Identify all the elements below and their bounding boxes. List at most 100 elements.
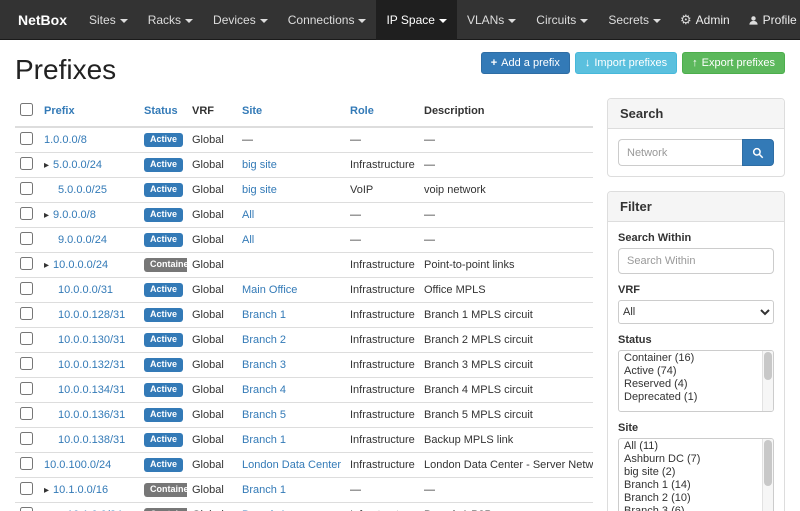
scrollbar-thumb[interactable] bbox=[764, 440, 772, 486]
prefix-link[interactable]: 5.0.0.0/24 bbox=[53, 159, 102, 171]
row-checkbox[interactable] bbox=[20, 432, 33, 445]
column-header-prefix[interactable]: Prefix bbox=[39, 98, 139, 127]
site-link[interactable]: big site bbox=[242, 184, 277, 196]
page-actions: + Add a prefix ↓ Import prefixes ↑ Expor… bbox=[481, 52, 785, 74]
prefix-link[interactable]: 10.0.0.134/31 bbox=[58, 384, 125, 396]
search-within-input[interactable] bbox=[618, 248, 774, 274]
listbox-option[interactable]: big site (2) bbox=[620, 466, 761, 479]
prefix-link[interactable]: 10.0.0.132/31 bbox=[58, 359, 125, 371]
vrf-filter-label: VRF bbox=[618, 284, 774, 296]
status-filter-listbox[interactable]: Container (16)Active (74)Reserved (4)Dep… bbox=[618, 350, 774, 412]
site-link[interactable]: Branch 1 bbox=[242, 309, 286, 321]
search-input[interactable] bbox=[618, 139, 742, 166]
prefix-link[interactable]: 10.0.0.0/31 bbox=[58, 284, 113, 296]
site-link[interactable]: big site bbox=[242, 159, 277, 171]
row-checkbox[interactable] bbox=[20, 157, 33, 170]
prefix-link[interactable]: 10.0.0.136/31 bbox=[58, 409, 125, 421]
nav-item-vlans[interactable]: VLANs bbox=[457, 0, 526, 40]
site-link[interactable]: Branch 2 bbox=[242, 334, 286, 346]
vrf-select[interactable]: All bbox=[618, 300, 774, 324]
listbox-option[interactable]: Container (16) bbox=[620, 352, 761, 365]
nav-item-racks[interactable]: Racks bbox=[138, 0, 203, 40]
site-link[interactable]: Branch 5 bbox=[242, 409, 286, 421]
add-prefix-button[interactable]: + Add a prefix bbox=[481, 52, 570, 74]
role-cell: Infrastructure bbox=[345, 278, 419, 303]
status-badge: Active bbox=[144, 358, 183, 372]
prefix-link[interactable]: 10.0.0.128/31 bbox=[58, 309, 125, 321]
listbox-option[interactable]: Branch 3 (6) bbox=[620, 505, 761, 511]
prefix-link[interactable]: 10.0.0.0/24 bbox=[53, 259, 108, 271]
site-link[interactable]: All bbox=[242, 209, 254, 221]
caret-down-icon bbox=[653, 19, 661, 23]
row-checkbox[interactable] bbox=[20, 207, 33, 220]
description-cell: Point-to-point links bbox=[419, 253, 593, 278]
admin-link[interactable]: ⚙ Admin bbox=[671, 0, 739, 40]
vrf-cell: Global bbox=[187, 228, 237, 253]
listbox-option[interactable]: Ashburn DC (7) bbox=[620, 453, 761, 466]
prefix-link[interactable]: 9.0.0.0/8 bbox=[53, 209, 96, 221]
listbox-option[interactable]: All (11) bbox=[620, 440, 761, 453]
nav-item-circuits[interactable]: Circuits bbox=[526, 0, 598, 40]
prefix-link[interactable]: 9.0.0.0/24 bbox=[58, 234, 107, 246]
nav-item-sites[interactable]: Sites bbox=[79, 0, 138, 40]
site-link[interactable]: All bbox=[242, 234, 254, 246]
scrollbar-thumb[interactable] bbox=[764, 352, 772, 380]
site-link[interactable]: Branch 3 bbox=[242, 359, 286, 371]
site-link[interactable]: Branch 1 bbox=[242, 434, 286, 446]
listbox-option[interactable]: Active (74) bbox=[620, 365, 761, 378]
column-header-site[interactable]: Site bbox=[237, 98, 345, 127]
profile-link[interactable]: Profile bbox=[739, 0, 800, 40]
row-checkbox[interactable] bbox=[20, 257, 33, 270]
column-header-role[interactable]: Role bbox=[345, 98, 419, 127]
row-checkbox[interactable] bbox=[20, 307, 33, 320]
prefix-link[interactable]: 10.1.0.0/16 bbox=[53, 484, 108, 496]
column-header-status[interactable]: Status bbox=[139, 98, 187, 127]
import-prefixes-button[interactable]: ↓ Import prefixes bbox=[575, 52, 677, 74]
row-checkbox[interactable] bbox=[20, 357, 33, 370]
nav-item-devices[interactable]: Devices bbox=[203, 0, 278, 40]
search-button[interactable] bbox=[742, 139, 774, 166]
prefix-link[interactable]: 10.0.100.0/24 bbox=[44, 459, 111, 471]
row-checkbox[interactable] bbox=[20, 457, 33, 470]
site-filter-listbox[interactable]: All (11)Ashburn DC (7)big site (2)Branch… bbox=[618, 438, 774, 511]
site-link[interactable]: London Data Center bbox=[242, 459, 341, 471]
status-badge: Container bbox=[144, 258, 187, 272]
brand-link[interactable]: NetBox bbox=[6, 0, 79, 40]
nav-item-secrets[interactable]: Secrets bbox=[598, 0, 671, 40]
site-link[interactable]: Main Office bbox=[242, 284, 297, 296]
status-scrollbar[interactable] bbox=[762, 351, 773, 411]
listbox-option[interactable]: Deprecated (1) bbox=[620, 391, 761, 404]
listbox-option[interactable]: Branch 1 (14) bbox=[620, 479, 761, 492]
site-link[interactable]: Branch 4 bbox=[242, 384, 286, 396]
prefix-link[interactable]: 10.0.0.138/31 bbox=[58, 434, 125, 446]
export-icon: ↑ bbox=[692, 58, 698, 69]
description-cell: Office MPLS bbox=[419, 278, 593, 303]
listbox-option[interactable]: Branch 2 (10) bbox=[620, 492, 761, 505]
vrf-cell: Global bbox=[187, 328, 237, 353]
row-checkbox[interactable] bbox=[20, 382, 33, 395]
row-checkbox[interactable] bbox=[20, 132, 33, 145]
site-scrollbar[interactable] bbox=[762, 439, 773, 511]
description-cell: — bbox=[419, 127, 593, 153]
row-checkbox[interactable] bbox=[20, 507, 33, 511]
row-checkbox[interactable] bbox=[20, 232, 33, 245]
row-checkbox[interactable] bbox=[20, 332, 33, 345]
prefix-link[interactable]: 5.0.0.0/25 bbox=[58, 184, 107, 196]
select-all-checkbox[interactable] bbox=[20, 103, 33, 116]
nav-item-connections[interactable]: Connections bbox=[278, 0, 377, 40]
listbox-option[interactable]: Reserved (4) bbox=[620, 378, 761, 391]
row-checkbox[interactable] bbox=[20, 407, 33, 420]
nav-item-ip-space[interactable]: IP Space bbox=[376, 0, 456, 40]
column-header-vrf: VRF bbox=[187, 98, 237, 127]
status-badge: Active bbox=[144, 333, 183, 347]
description-cell: Backup MPLS link bbox=[419, 428, 593, 453]
row-checkbox[interactable] bbox=[20, 182, 33, 195]
row-checkbox[interactable] bbox=[20, 482, 33, 495]
prefix-link[interactable]: 1.0.0.0/8 bbox=[44, 134, 87, 146]
row-checkbox[interactable] bbox=[20, 282, 33, 295]
description-cell: — bbox=[419, 153, 593, 178]
description-cell: Branch 1 MPLS circuit bbox=[419, 303, 593, 328]
prefix-link[interactable]: 10.0.0.130/31 bbox=[58, 334, 125, 346]
site-link[interactable]: Branch 1 bbox=[242, 484, 286, 496]
export-prefixes-button[interactable]: ↑ Export prefixes bbox=[682, 52, 785, 74]
